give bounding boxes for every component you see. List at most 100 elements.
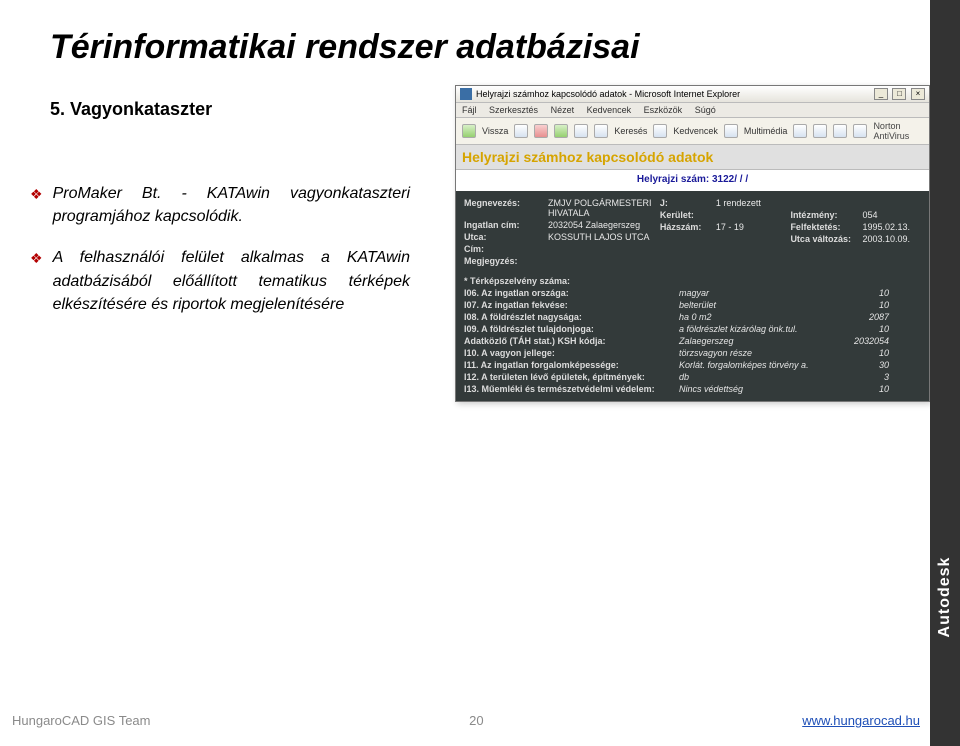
search-label: Keresés — [614, 126, 647, 136]
footer-link[interactable]: www.hungarocad.hu — [802, 713, 920, 728]
favorites-icon[interactable] — [653, 124, 667, 138]
field-value: belterület — [679, 300, 829, 310]
field-value: KOSSUTH LAJOS UTCA — [548, 232, 650, 242]
field-label: * Térképszelvény száma: — [464, 276, 679, 286]
back-button[interactable] — [462, 124, 476, 138]
browser-content: Helyrajzi számhoz kapcsolódó adatok Hely… — [456, 145, 929, 401]
stop-button[interactable] — [534, 124, 548, 138]
close-button[interactable]: × — [911, 88, 925, 100]
field-value: Korlát. forgalomképes törvény a. — [679, 360, 829, 370]
field-value: 2032054 — [829, 336, 889, 346]
field-value: 2003.10.09. — [862, 234, 910, 244]
field-value: 3 — [829, 372, 889, 382]
brand-sidebar: Autodesk — [930, 0, 960, 746]
field-label: Kerület: — [660, 210, 716, 220]
field-value: 17 - 19 — [716, 222, 744, 232]
field-label: I12. A területen lévő épületek, építmény… — [464, 372, 679, 382]
slide-title: Térinformatikai rendszer adatbázisai — [0, 0, 960, 67]
toolbar-icon[interactable] — [813, 124, 827, 138]
diamond-bullet-icon: ❖ — [30, 186, 43, 203]
minimize-button[interactable]: _ — [874, 88, 888, 100]
hrsz-label: Helyrajzi szám: — [637, 174, 709, 185]
field-value: Nincs védettség — [679, 384, 829, 394]
window-title: Helyrajzi számhoz kapcsolódó adatok - Mi… — [476, 89, 740, 99]
menu-edit[interactable]: Szerkesztés — [489, 105, 538, 115]
diamond-bullet-icon: ❖ — [30, 250, 43, 267]
maximize-button[interactable]: □ — [892, 88, 906, 100]
home-button[interactable] — [574, 124, 588, 138]
field-label: Megnevezés: — [464, 198, 548, 218]
field-label: Cím: — [464, 244, 548, 254]
field-label: Felfektetés: — [790, 222, 862, 232]
menu-file[interactable]: Fájl — [462, 105, 477, 115]
field-label: Utca: — [464, 232, 548, 242]
field-value: 10 — [829, 348, 889, 358]
menu-help[interactable]: Súgó — [695, 105, 716, 115]
field-value: a földrészlet kizárólag önk.tul. — [679, 324, 829, 334]
field-label: I11. Az ingatlan forgalomképessége: — [464, 360, 679, 370]
browser-window: Helyrajzi számhoz kapcsolódó adatok - Mi… — [455, 85, 930, 402]
browser-titlebar: Helyrajzi számhoz kapcsolódó adatok - Mi… — [456, 86, 929, 103]
field-label: J: — [660, 198, 716, 208]
menu-favorites[interactable]: Kedvencek — [587, 105, 632, 115]
field-value: ZMJV POLGÁRMESTERI HIVATALA — [548, 198, 660, 218]
slide-footer: HungaroCAD GIS Team 20 www.hungarocad.hu — [0, 713, 960, 728]
data-panel: Megnevezés:ZMJV POLGÁRMESTERI HIVATALA I… — [456, 191, 929, 401]
field-value: 054 — [862, 210, 877, 220]
field-value: 10 — [829, 288, 889, 298]
page-title: Helyrajzi számhoz kapcsolódó adatok — [462, 149, 713, 165]
bullet-list: ❖ ProMaker Bt. - KATAwin vagyonkataszter… — [30, 170, 410, 334]
field-label: I08. A földrészlet nagysága: — [464, 312, 679, 322]
hrsz-value: 3122/ / / — [712, 174, 748, 185]
field-label: I10. A vagyon jellege: — [464, 348, 679, 358]
footer-left: HungaroCAD GIS Team — [12, 713, 151, 728]
norton-label: Norton AntiVirus — [873, 121, 921, 141]
field-value: Zalaegerszeg — [679, 336, 829, 346]
brand-text: Autodesk — [936, 557, 954, 638]
list-item: ❖ ProMaker Bt. - KATAwin vagyonkataszter… — [30, 182, 410, 228]
menu-tools[interactable]: Eszközök — [644, 105, 683, 115]
field-value: 10 — [829, 384, 889, 394]
field-label: I09. A földrészlet tulajdonjoga: — [464, 324, 679, 334]
field-value: ha 0 m2 — [679, 312, 829, 322]
field-label: Utca változás: — [790, 234, 862, 244]
field-value: magyar — [679, 288, 829, 298]
favorites-label: Kedvencek — [673, 126, 718, 136]
hrsz-row: Helyrajzi szám: 3122/ / / — [456, 170, 929, 191]
field-label: Megjegyzés: — [464, 256, 548, 266]
field-label: Adatközlő (TÁH stat.) KSH kódja: — [464, 336, 679, 346]
browser-toolbar: Vissza Keresés Kedvencek Multimédia Nort… — [456, 118, 929, 145]
field-value: 10 — [829, 324, 889, 334]
field-value: törzsvagyon része — [679, 348, 829, 358]
field-value: 30 — [829, 360, 889, 370]
toolbar-icon[interactable] — [793, 124, 807, 138]
toolbar-icon[interactable] — [833, 124, 847, 138]
browser-menubar: Fájl Szerkesztés Nézet Kedvencek Eszközö… — [456, 103, 929, 118]
refresh-button[interactable] — [554, 124, 568, 138]
toolbar-icon[interactable] — [853, 124, 867, 138]
field-label: I13. Műemléki és természetvédelmi védele… — [464, 384, 679, 394]
page-header: Helyrajzi számhoz kapcsolódó adatok — [456, 145, 929, 170]
field-label: I06. Az ingatlan országa: — [464, 288, 679, 298]
field-value: 2087 — [829, 312, 889, 322]
list-item: ❖ A felhasználói felület alkalmas a KATA… — [30, 246, 410, 316]
field-value: 2032054 Zalaegerszeg — [548, 220, 640, 230]
ie-icon — [460, 88, 472, 100]
media-icon[interactable] — [724, 124, 738, 138]
media-label: Multimédia — [744, 126, 788, 136]
bullet-text: ProMaker Bt. - KATAwin vagyonkataszteri … — [53, 182, 410, 228]
field-value: db — [679, 372, 829, 382]
field-label: Ingatlan cím: — [464, 220, 548, 230]
field-value: 1 rendezett — [716, 198, 761, 208]
menu-view[interactable]: Nézet — [551, 105, 575, 115]
bullet-text: A felhasználói felület alkalmas a KATAwi… — [53, 246, 410, 316]
field-label: I07. Az ingatlan fekvése: — [464, 300, 679, 310]
page-number: 20 — [469, 713, 483, 728]
search-icon[interactable] — [594, 124, 608, 138]
forward-button[interactable] — [514, 124, 528, 138]
field-label — [660, 234, 716, 244]
field-label: Intézmény: — [790, 210, 862, 220]
field-value: 10 — [829, 300, 889, 310]
back-label: Vissza — [482, 126, 508, 136]
field-value: 1995.02.13. — [862, 222, 910, 232]
